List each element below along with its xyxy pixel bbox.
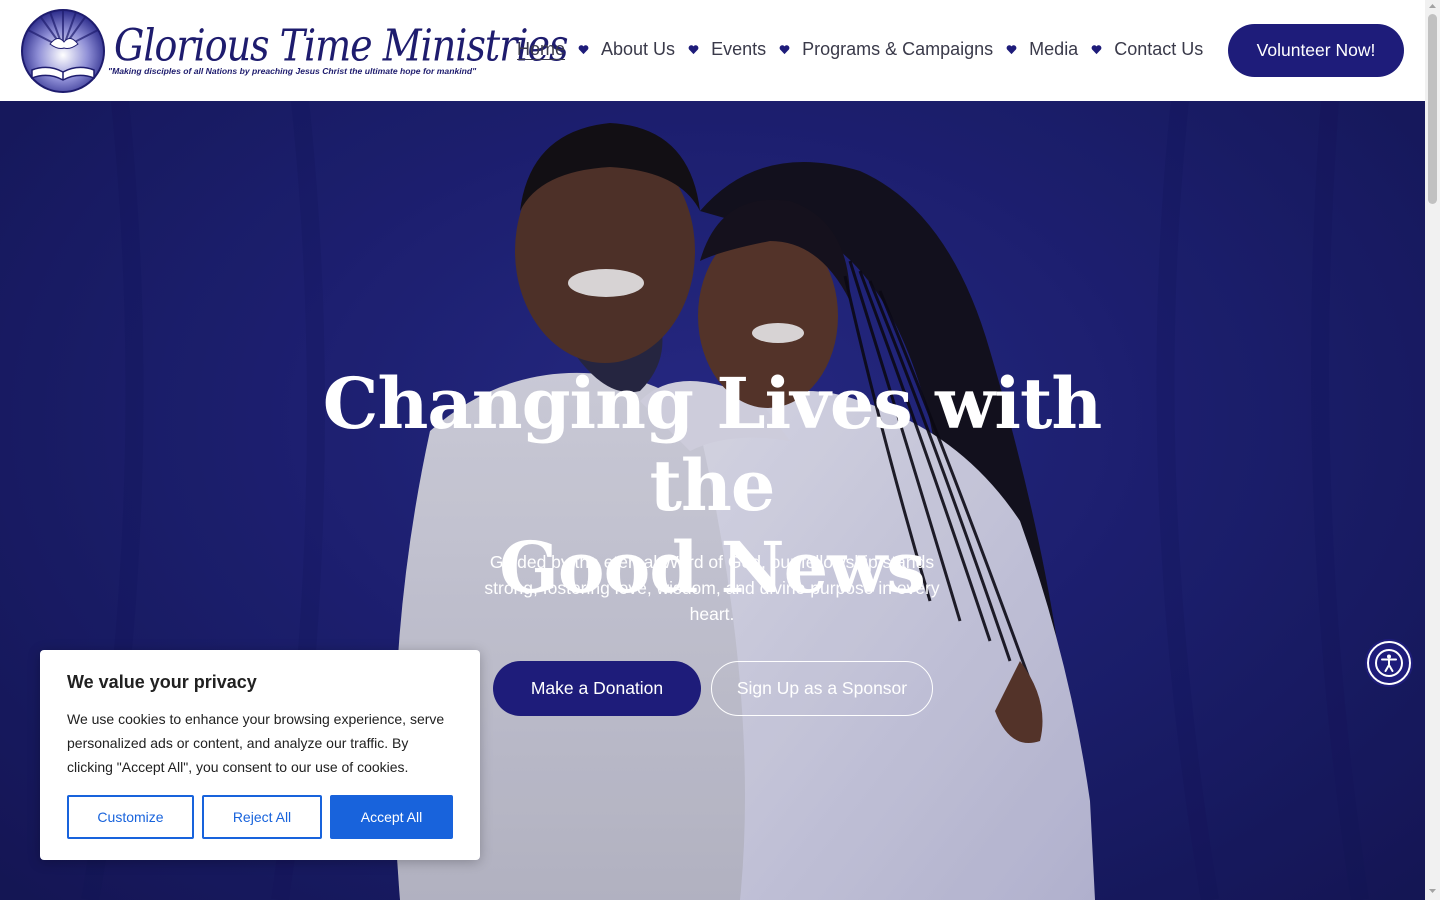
- hero-subtitle: Guided by the eternal Word of God, our f…: [484, 552, 940, 624]
- accessibility-button[interactable]: [1367, 641, 1411, 685]
- nav-item-home: Home: [517, 39, 601, 60]
- heart-icon: [578, 44, 589, 54]
- nav-link-contact[interactable]: Contact Us: [1114, 39, 1203, 60]
- cookie-accept-all-button[interactable]: Accept All: [330, 795, 453, 839]
- nav-link-media[interactable]: Media: [1029, 39, 1078, 60]
- dove-bible-emblem-icon: [21, 9, 105, 93]
- nav-item-events: Events: [711, 39, 802, 60]
- scroll-up-arrow-icon[interactable]: [1428, 2, 1437, 11]
- nav-item-about: About Us: [601, 39, 711, 60]
- scroll-down-arrow-icon[interactable]: [1428, 886, 1437, 895]
- site-logo[interactable]: Glorious Time Ministries "Making discipl…: [20, 6, 569, 102]
- cookie-description: We use cookies to enhance your browsing …: [67, 711, 445, 775]
- heart-icon: [779, 44, 790, 54]
- sponsor-signup-button[interactable]: Sign Up as a Sponsor: [711, 661, 933, 716]
- cookie-consent-banner: We value your privacy We use cookies to …: [40, 650, 480, 860]
- cookie-reject-all-button[interactable]: Reject All: [202, 795, 322, 839]
- cookie-title: We value your privacy: [67, 672, 257, 692]
- nav-link-events[interactable]: Events: [711, 39, 766, 60]
- nav-item-media: Media: [1029, 39, 1114, 60]
- heart-icon: [1006, 44, 1017, 54]
- accessibility-icon: [1375, 649, 1403, 677]
- heart-icon: [688, 44, 699, 54]
- heart-icon: [1091, 44, 1102, 54]
- page-scrollbar[interactable]: [1425, 0, 1440, 900]
- scrollbar-thumb[interactable]: [1428, 14, 1437, 204]
- logo-tagline: "Making disciples of all Nations by prea…: [108, 66, 477, 76]
- make-donation-button[interactable]: Make a Donation: [493, 661, 701, 716]
- nav-link-home[interactable]: Home: [517, 39, 565, 60]
- logo-title: Glorious Time Ministries: [114, 20, 569, 71]
- main-nav: Home About Us Events Programs & Campaign…: [517, 36, 1203, 62]
- nav-link-about[interactable]: About Us: [601, 39, 675, 60]
- volunteer-button[interactable]: Volunteer Now!: [1228, 24, 1404, 77]
- nav-link-programs[interactable]: Programs & Campaigns: [802, 39, 993, 60]
- nav-item-contact: Contact Us: [1114, 39, 1203, 60]
- hero-title-line1: Changing Lives with the: [322, 362, 1102, 527]
- site-header: Glorious Time Ministries "Making discipl…: [0, 0, 1425, 101]
- cookie-customize-button[interactable]: Customize: [67, 795, 194, 839]
- nav-item-programs: Programs & Campaigns: [802, 39, 1029, 60]
